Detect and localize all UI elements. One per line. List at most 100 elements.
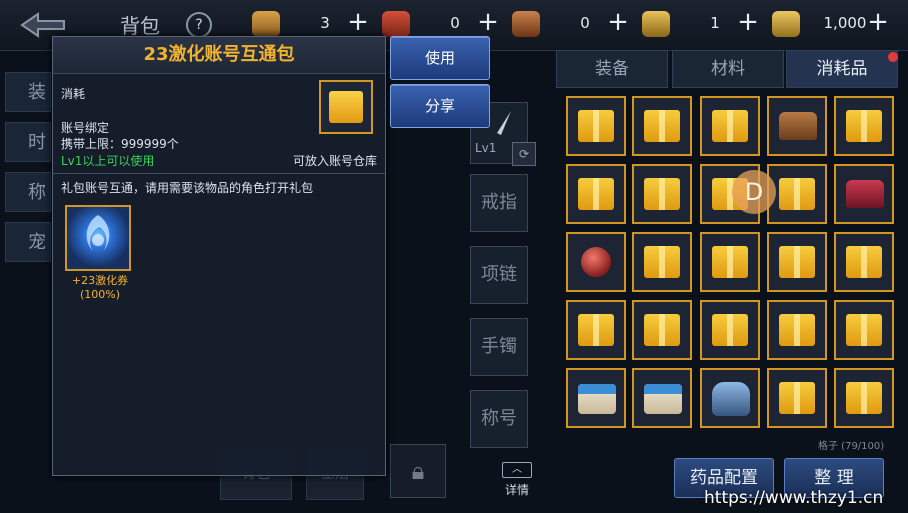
locked-slot[interactable]: 🔒︎ (390, 444, 446, 498)
level-requirement: Lv1以上可以使用 (61, 154, 155, 168)
detail-toggle[interactable]: ︿ 详情 (500, 462, 534, 498)
capacity-counter: 格子 (79/100) (818, 441, 885, 452)
page-title: 背包 (120, 14, 160, 38)
inventory-slot[interactable] (767, 96, 827, 156)
chevron-up-icon: ︿ (502, 462, 532, 478)
inventory-slot[interactable] (834, 164, 894, 224)
gift-box-icon (779, 382, 815, 414)
inventory-slot[interactable] (566, 96, 626, 156)
swap-icon[interactable]: ⟳ (512, 142, 536, 166)
treasure-chest-icon (779, 112, 817, 140)
detail-label: 详情 (504, 483, 529, 497)
inventory-slot[interactable] (632, 368, 692, 428)
sword-icon (497, 111, 511, 135)
gift-box-icon (578, 178, 614, 210)
tab-consumables[interactable]: 消耗品 (786, 50, 898, 88)
sidebar-tab[interactable]: 宠 (5, 222, 51, 262)
tab-materials[interactable]: 材料 (672, 50, 784, 88)
gift-box-icon (779, 314, 815, 346)
carry-limit: 携带上限：999999个 (61, 137, 179, 151)
inventory-slot[interactable] (767, 300, 827, 360)
inventory-slot[interactable] (834, 300, 894, 360)
inventory-slot[interactable] (566, 368, 626, 428)
inventory-slot[interactable] (700, 232, 760, 292)
watermark: https://www.thzy1.cn (704, 488, 884, 508)
sidebar-tab[interactable]: 称 (5, 172, 51, 212)
item-description: 礼包账号互通，请用需要该物品的角色打开礼包 (61, 181, 314, 195)
reward-item-slot[interactable] (65, 205, 131, 271)
ring-slot[interactable]: 戒指 (470, 174, 528, 232)
floating-d-badge[interactable]: D (732, 170, 776, 214)
necklace-slot[interactable]: 项链 (470, 246, 528, 304)
gift-box-icon (329, 91, 363, 123)
resource-ticket: 0 + (512, 8, 630, 40)
inventory-slot[interactable] (632, 164, 692, 224)
gold-pile-icon (772, 11, 800, 37)
inventory-slot[interactable] (566, 232, 626, 292)
inventory-slot[interactable] (700, 368, 760, 428)
inventory-slot[interactable] (632, 96, 692, 156)
inventory-slot[interactable] (700, 300, 760, 360)
title-slot[interactable]: 称号 (470, 390, 528, 448)
inventory-slot[interactable] (834, 96, 894, 156)
gift-box-icon (578, 110, 614, 142)
inventory-slot[interactable] (700, 96, 760, 156)
add-ticket-button[interactable]: + (606, 9, 630, 35)
gift-box-icon (846, 382, 882, 414)
inventory-grid (562, 92, 894, 432)
use-button[interactable]: 使用 (390, 36, 490, 80)
inventory-slot[interactable] (834, 232, 894, 292)
blue-ribbon-gift-icon (578, 384, 616, 414)
gift-box-icon (644, 110, 680, 142)
ticket-icon (512, 11, 540, 37)
share-button[interactable]: 分享 (390, 84, 490, 128)
lock-icon: 🔒︎ (411, 457, 425, 485)
storage-note: 可放入账号仓库 (292, 154, 377, 168)
gift-box-icon (644, 314, 680, 346)
add-coin-button[interactable]: + (346, 9, 370, 35)
scroll-icon (382, 11, 410, 37)
gift-box-icon (644, 178, 680, 210)
inventory-slot[interactable] (834, 368, 894, 428)
binding-info: 账号绑定 (61, 121, 110, 135)
blue-ribbon-gift-icon (644, 384, 682, 414)
add-gold-pile-button[interactable]: + (866, 9, 890, 35)
resource-gold-pile: 1,000 + (772, 8, 890, 40)
gift-box-icon (712, 110, 748, 142)
red-chest-icon (846, 180, 884, 208)
gift-box-icon (779, 246, 815, 278)
add-gold-coin-button[interactable]: + (736, 9, 760, 35)
help-button[interactable]: ? (186, 12, 212, 38)
sidebar-tab[interactable]: 装 (5, 72, 51, 112)
gift-box-icon (712, 314, 748, 346)
armor-icon (712, 382, 750, 416)
gift-box-icon (712, 246, 748, 278)
item-icon (319, 80, 373, 134)
item-category: 消耗 (61, 87, 86, 101)
notification-dot (888, 52, 898, 62)
red-orb-icon (581, 247, 611, 277)
inventory-slot[interactable] (566, 300, 626, 360)
gift-box-icon (846, 246, 882, 278)
reward-label: +23激化券(100%) (71, 274, 129, 301)
weapon-level: Lv1 (475, 141, 497, 155)
resource-gold-coin: 1 + (642, 8, 760, 40)
gift-box-icon (779, 178, 815, 210)
popup-title: 23激化账号互通包 (53, 37, 385, 74)
inventory-slot[interactable] (767, 164, 827, 224)
item-detail-popup: 23激化账号互通包 消耗 账号绑定 携带上限：999999个 Lv1以上可以使用… (52, 36, 386, 476)
tab-equipment[interactable]: 装备 (556, 50, 668, 88)
inventory-slot[interactable] (767, 232, 827, 292)
phoenix-icon (86, 215, 110, 251)
inventory-slot[interactable] (632, 300, 692, 360)
bracelet-slot[interactable]: 手镯 (470, 318, 528, 376)
inventory-slot[interactable] (566, 164, 626, 224)
gift-box-icon (846, 110, 882, 142)
divider (53, 173, 385, 174)
sidebar-tab[interactable]: 时 (5, 122, 51, 162)
gold-coin-icon (642, 11, 670, 37)
add-scroll-button[interactable]: + (476, 9, 500, 35)
inventory-slot[interactable] (767, 368, 827, 428)
inventory-slot[interactable] (632, 232, 692, 292)
coin-icon (252, 11, 280, 37)
